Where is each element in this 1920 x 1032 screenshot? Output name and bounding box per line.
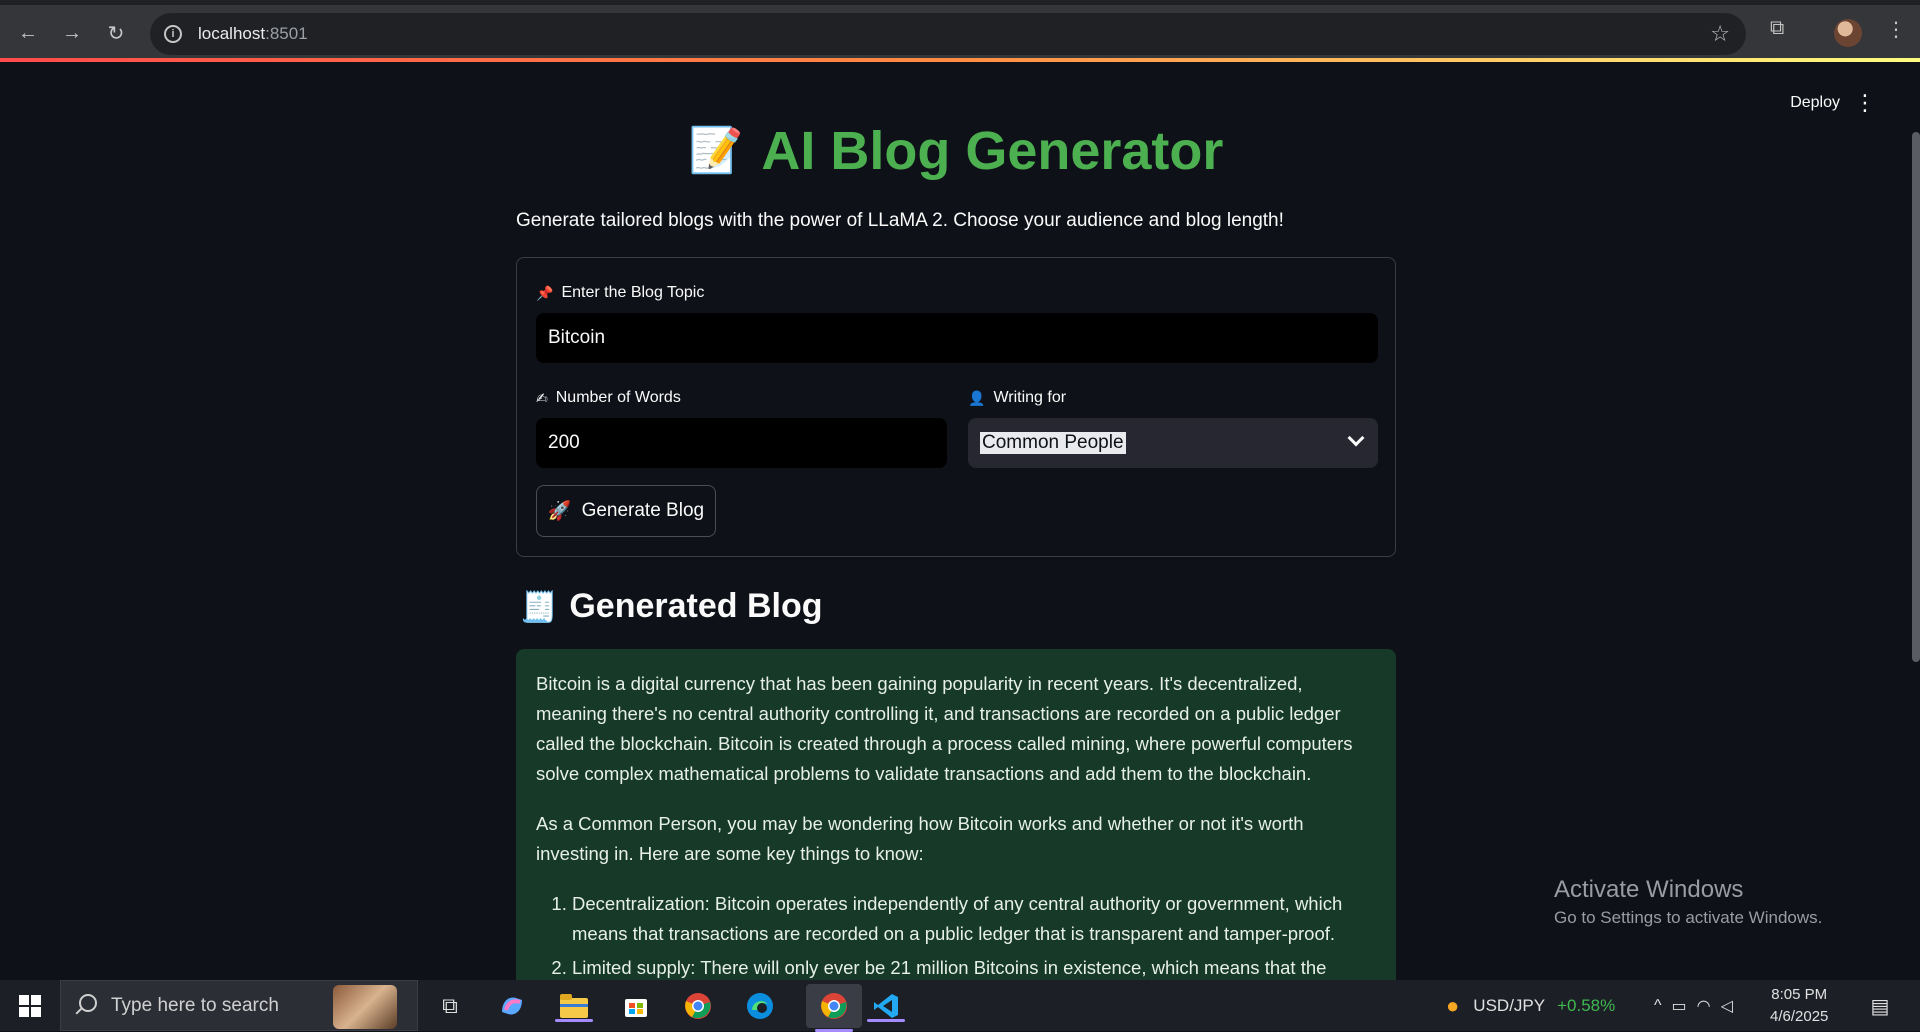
site-info-icon[interactable]: i bbox=[164, 25, 182, 43]
notifications-icon[interactable]: ▤ bbox=[1864, 990, 1896, 1022]
coins-icon: ● bbox=[1446, 992, 1460, 1018]
audience-select[interactable]: Common People bbox=[968, 418, 1378, 468]
audience-label-text: Writing for bbox=[993, 389, 1067, 406]
words-label: ✍ Number of Words bbox=[536, 389, 681, 407]
file-explorer-icon[interactable] bbox=[555, 990, 593, 1022]
generate-blog-button[interactable]: 🚀 Generate Blog bbox=[536, 485, 716, 537]
browser-toolbar: ← → ↻ i localhost:8501 ☆ ⧉ ⋮ bbox=[0, 0, 1920, 58]
microsoft-store-icon[interactable] bbox=[620, 990, 652, 1022]
address-bar[interactable]: i localhost:8501 ☆ bbox=[150, 13, 1746, 55]
blog-list-item: Decentralization: Bitcoin operates indep… bbox=[572, 889, 1376, 949]
blog-list-item: Limited supply: There will only ever be … bbox=[572, 953, 1376, 980]
chevron-up-icon[interactable]: ^ bbox=[1654, 997, 1672, 1015]
ticker-change: +0.58% bbox=[1557, 995, 1616, 1015]
chrome-menu-icon[interactable]: ⋮ bbox=[1886, 17, 1906, 42]
battery-icon[interactable]: ▭ bbox=[1672, 996, 1697, 1016]
windows-start-icon[interactable] bbox=[14, 990, 46, 1022]
page-title: 📝 AI Blog Generator bbox=[516, 120, 1396, 182]
blog-paragraph: As a Common Person, you may be wondering… bbox=[536, 813, 1304, 864]
blog-paragraph: Bitcoin is a digital currency that has b… bbox=[536, 673, 1353, 784]
activate-windows-watermark: Activate Windows Go to Settings to activ… bbox=[1554, 876, 1822, 928]
receipt-icon: 🧾 bbox=[520, 591, 558, 624]
active-indicator bbox=[555, 1019, 593, 1022]
generated-blog-content: Bitcoin is a digital currency that has b… bbox=[516, 649, 1396, 980]
memo-icon: 📝 bbox=[688, 126, 744, 175]
windows-taskbar: Type here to search ⧉ ● USD/JPY +0.58% ^… bbox=[0, 980, 1920, 1032]
generated-blog-heading: 🧾 Generated Blog bbox=[520, 587, 823, 626]
vscode-icon[interactable] bbox=[867, 990, 905, 1022]
taskbar-search[interactable]: Type here to search bbox=[60, 980, 418, 1031]
wifi-icon[interactable]: ◠ bbox=[1697, 996, 1721, 1016]
generated-blog-heading-text: Generated Blog bbox=[569, 587, 823, 625]
watermark-subtitle: Go to Settings to activate Windows. bbox=[1554, 908, 1823, 927]
page-title-text: AI Blog Generator bbox=[761, 121, 1224, 181]
extensions-icon[interactable]: ⧉ bbox=[1770, 17, 1784, 40]
audience-label: 👤 Writing for bbox=[968, 389, 1066, 407]
copilot-icon[interactable] bbox=[496, 990, 528, 1022]
bookmark-star-icon[interactable]: ☆ bbox=[1710, 21, 1730, 47]
profile-avatar[interactable] bbox=[1834, 19, 1862, 47]
chrome-icon[interactable] bbox=[682, 990, 714, 1022]
words-input[interactable]: 200 bbox=[536, 418, 947, 468]
reload-icon[interactable]: ↻ bbox=[100, 17, 132, 49]
stock-ticker[interactable]: ● USD/JPY +0.58% bbox=[1446, 980, 1615, 1031]
writing-hand-icon: ✍ bbox=[536, 389, 548, 406]
page-subtitle: Generate tailored blogs with the power o… bbox=[516, 210, 1284, 231]
words-label-text: Number of Words bbox=[555, 389, 681, 406]
active-indicator bbox=[867, 1019, 905, 1022]
main-menu-icon[interactable]: ⋮ bbox=[1854, 92, 1876, 114]
search-highlight-image bbox=[333, 985, 397, 1029]
blog-list: Decentralization: Bitcoin operates indep… bbox=[536, 889, 1376, 980]
chevron-down-icon[interactable] bbox=[1347, 429, 1365, 447]
clock-date: 4/6/2025 bbox=[1770, 1008, 1829, 1025]
topic-input[interactable]: Bitcoin bbox=[536, 313, 1378, 363]
topic-label-text: Enter the Blog Topic bbox=[561, 284, 705, 301]
forward-icon[interactable]: → bbox=[56, 17, 88, 49]
watermark-title: Activate Windows bbox=[1554, 876, 1744, 903]
topic-label: 📌 Enter the Blog Topic bbox=[536, 284, 704, 302]
search-placeholder: Type here to search bbox=[111, 994, 279, 1016]
chrome-active-icon[interactable] bbox=[806, 984, 862, 1032]
user-icon: 👤 bbox=[968, 389, 986, 406]
pushpin-icon: 📌 bbox=[536, 284, 554, 301]
system-tray-icons[interactable]: ^ ▭ ◠ ◁ bbox=[1654, 980, 1743, 1031]
app-view: Deploy ⋮ 📝 AI Blog Generator Generate tai… bbox=[0, 62, 1920, 980]
search-icon bbox=[79, 994, 97, 1012]
volume-icon[interactable]: ◁ bbox=[1721, 996, 1743, 1016]
clock[interactable]: 8:05 PM 4/6/2025 bbox=[1770, 984, 1828, 1028]
back-icon[interactable]: ← bbox=[12, 17, 44, 49]
rocket-icon: 🚀 bbox=[547, 501, 572, 522]
ticker-name: USD/JPY bbox=[1473, 995, 1546, 1015]
generate-blog-button-label: Generate Blog bbox=[581, 500, 705, 521]
edge-icon[interactable] bbox=[744, 990, 776, 1022]
deploy-button[interactable]: Deploy bbox=[1790, 94, 1840, 112]
clock-time: 8:05 PM bbox=[1771, 986, 1828, 1003]
url-text: localhost:8501 bbox=[198, 24, 308, 43]
audience-selected-value: Common People bbox=[980, 432, 1126, 454]
page-scrollbar[interactable] bbox=[1912, 132, 1920, 662]
blog-form: 📌 Enter the Blog Topic Bitcoin ✍ Number … bbox=[516, 257, 1396, 557]
task-view-icon[interactable]: ⧉ bbox=[434, 990, 466, 1022]
